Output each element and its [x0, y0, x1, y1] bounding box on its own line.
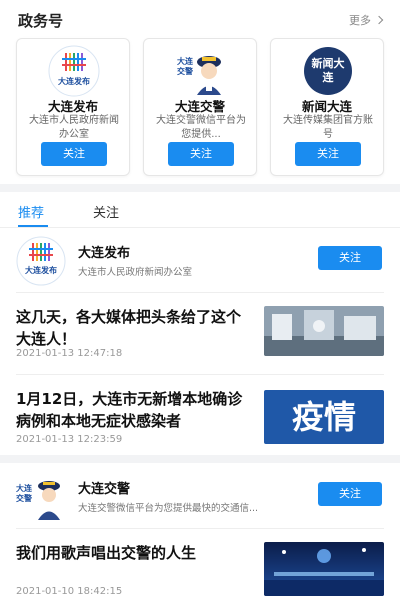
card-name: 大连发布 — [47, 99, 98, 114]
follow-button[interactable]: 关注 — [318, 246, 382, 270]
follow-button[interactable]: 关注 — [295, 142, 361, 166]
logo-caption: 大连交警 — [177, 57, 193, 76]
dalian-fabu-logo: 大连发布 — [48, 45, 100, 97]
card-name: 大连交警 — [174, 99, 225, 114]
divider — [16, 374, 384, 375]
card-desc: 大连市人民政府新闻办公室 — [29, 115, 119, 140]
account-row-dalian-fabu[interactable]: 大连发布 大连发布 大连市人民政府新闻办公室 关注 — [0, 236, 400, 292]
card-name: 新闻大连 — [301, 99, 352, 114]
active-tab-indicator — [18, 225, 48, 227]
gov-card-list: 大连发布 大连发布 大连市人民政府新闻办公室 关注 大连交警 大连交警 大连交警… — [16, 38, 384, 176]
more-link[interactable]: 更多 — [349, 12, 384, 28]
feed-tabs: 推荐 关注 — [0, 192, 400, 228]
thumbnail-text: 疫情 — [291, 398, 356, 436]
section-divider — [0, 184, 400, 192]
logo-caption: 大连发布 — [58, 77, 90, 86]
dalian-jiaojing-logo: 大连交警 — [175, 45, 227, 97]
account-row-dalian-jiaojing[interactable]: 大连交警 大连交警 大连交警微信平台为您提供最快的交通信... 关注 — [0, 472, 400, 528]
card-desc: 大连传媒集团官方账号 — [283, 115, 373, 140]
card-desc: 大连交警微信平台为您提供... — [156, 115, 246, 140]
chevron-right-icon — [374, 15, 384, 25]
more-label: 更多 — [349, 14, 371, 27]
tab-recommend[interactable]: 推荐 — [18, 202, 44, 221]
account-desc: 大连市人民政府新闻办公室 — [78, 267, 193, 278]
news-title: 这几天，各大媒体把头条给了这个大连人！ — [16, 308, 242, 348]
gov-section-title: 政务号 — [18, 12, 64, 30]
news-title: 我们用歌声唱出交警的人生 — [16, 544, 197, 562]
follow-button[interactable]: 关注 — [168, 142, 234, 166]
account-desc: 大连交警微信平台为您提供最快的交通信... — [78, 503, 259, 514]
news-thumbnail — [264, 306, 384, 356]
avatar-caption: 大连发布 — [25, 266, 57, 275]
account-name: 大连发布 — [78, 246, 131, 261]
divider — [16, 528, 384, 529]
follow-button[interactable]: 关注 — [41, 142, 107, 166]
gov-section-header: 政务号 更多 — [0, 0, 400, 34]
logo-caption: 新闻大连 — [311, 57, 345, 84]
xinwen-dalian-logo: 新闻大连 — [302, 45, 354, 97]
avatar-caption: 大连交警 — [16, 484, 32, 503]
news-title: 1月12日，大连市无新增本地确诊病例和本地无症状感染者 — [16, 390, 243, 430]
news-time: 2021-01-13 12:47:18 — [16, 348, 123, 359]
avatar: 大连交警 — [16, 472, 66, 522]
gov-card-dalian-jiaojing[interactable]: 大连交警 大连交警 大连交警微信平台为您提供... 关注 — [143, 38, 257, 176]
news-time: 2021-01-10 18:42:15 — [16, 586, 123, 597]
avatar: 大连发布 — [16, 236, 66, 286]
section-divider — [0, 455, 400, 463]
news-thumbnail: 疫情 — [264, 390, 384, 444]
gov-card-dalian-fabu[interactable]: 大连发布 大连发布 大连市人民政府新闻办公室 关注 — [16, 38, 130, 176]
tab-follow[interactable]: 关注 — [93, 202, 119, 221]
follow-button[interactable]: 关注 — [318, 482, 382, 506]
gov-card-xinwen-dalian[interactable]: 新闻大连 新闻大连 大连传媒集团官方账号 关注 — [270, 38, 384, 176]
news-thumbnail — [264, 542, 384, 596]
divider — [16, 292, 384, 293]
account-name: 大连交警 — [78, 482, 131, 497]
news-time: 2021-01-13 12:23:59 — [16, 434, 123, 445]
